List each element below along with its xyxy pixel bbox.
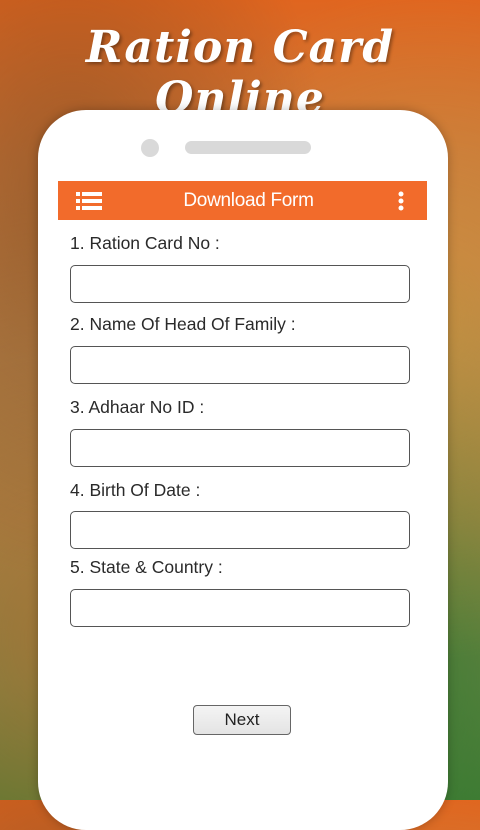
phone-speaker — [185, 141, 311, 154]
head-of-family-label: 2. Name Of Head Of Family : — [70, 314, 296, 334]
state-country-input[interactable] — [70, 589, 410, 627]
more-vertical-icon[interactable] — [391, 181, 411, 220]
banner-title: Ration Card Online — [85, 22, 395, 124]
adhaar-no-input[interactable] — [70, 429, 410, 467]
ration-card-no-label: 1. Ration Card No : — [70, 233, 220, 253]
hamburger-menu-icon[interactable] — [76, 181, 106, 220]
app-bar: Download Form — [58, 181, 427, 220]
app-bar-title: Download Form — [183, 189, 314, 211]
birth-date-label: 4. Birth Of Date : — [70, 480, 201, 500]
state-country-label: 5. State & Country : — [70, 557, 223, 577]
next-button[interactable]: Next — [193, 705, 291, 735]
birth-date-input[interactable] — [70, 511, 410, 549]
phone-camera — [141, 139, 159, 157]
ration-card-no-input[interactable] — [70, 265, 410, 303]
adhaar-no-label: 3. Adhaar No ID : — [70, 397, 205, 417]
head-of-family-input[interactable] — [70, 346, 410, 384]
